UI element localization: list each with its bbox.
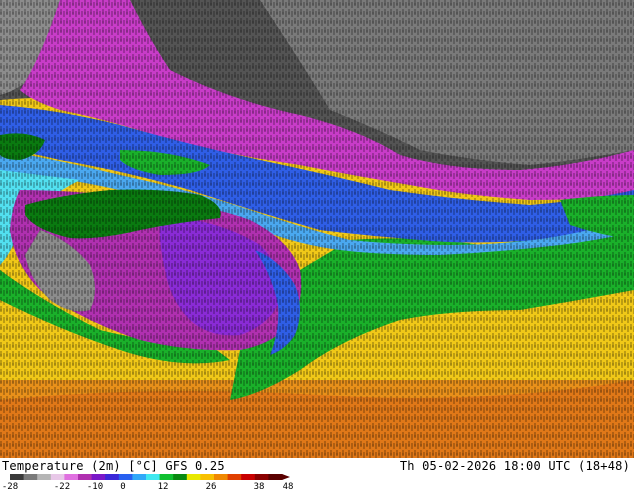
map-title: Temperature (2m) [°C] GFS 0.25 [2, 459, 225, 473]
colorbar-swatch [254, 474, 269, 480]
colorbar-swatch [118, 474, 133, 480]
colorbar-swatch [159, 474, 174, 480]
colorbar-tick-label: -22 [54, 482, 70, 490]
colorbar-tick-label: 26 [206, 482, 217, 490]
colorbar-swatch [227, 474, 242, 480]
colorbar-ticks: -28 -22 -10 0 12 26 38 48 [2, 482, 294, 490]
temperature-map[interactable] [0, 0, 634, 458]
colorbar-swatch [10, 474, 25, 480]
temperature-map-svg [0, 0, 634, 458]
colorbar-swatch [132, 474, 147, 480]
colorbar-swatch [37, 474, 52, 480]
colorbar-swatches [10, 474, 290, 480]
colorbar-tick-label: -10 [87, 482, 103, 490]
colorbar-swatch [146, 474, 161, 480]
colorbar-swatch [241, 474, 256, 480]
colorbar-tick-label: 0 [120, 482, 125, 490]
map-footer: Temperature (2m) [°C] GFS 0.25 Th 05-02-… [0, 458, 634, 490]
colorbar-swatch [173, 474, 188, 480]
colorbar-swatch [91, 474, 106, 480]
colorbar-swatch [50, 474, 65, 480]
forecast-datetime: Th 05-02-2026 18:00 UTC (18+48) [399, 459, 630, 473]
colorbar-swatch [214, 474, 229, 480]
colorbar-arrow [282, 474, 290, 480]
colorbar-swatch [23, 474, 38, 480]
colorbar-swatch [105, 474, 120, 480]
colorbar-swatch [64, 474, 79, 480]
colorbar-swatch [186, 474, 201, 480]
colorbar-tick-label: 48 [283, 482, 294, 490]
temperature-colorbar: -28 -22 -10 0 12 26 38 48 [2, 474, 294, 490]
colorbar-swatch [78, 474, 93, 480]
colorbar-tick-label: 12 [158, 482, 169, 490]
colorbar-swatch [268, 474, 283, 480]
colorbar-tick-label: 38 [254, 482, 265, 490]
colorbar-swatch [200, 474, 215, 480]
colorbar-tick-label: -28 [2, 482, 18, 490]
wind-barb-overlay [0, 0, 634, 458]
